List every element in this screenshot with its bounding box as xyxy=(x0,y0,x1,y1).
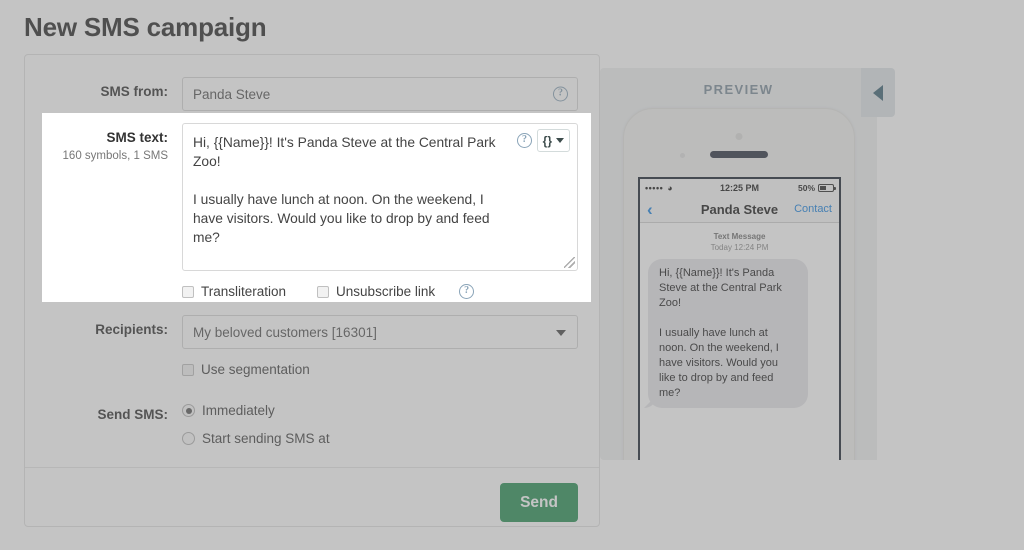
phone-mockup: ••••• ◕ 12:25 PM 50% ‹ Panda Steve Conta… xyxy=(623,108,855,460)
phone-status-bar: ••••• ◕ 12:25 PM 50% xyxy=(640,179,839,196)
radio-immediately-label[interactable]: Immediately xyxy=(202,403,275,418)
spotlight-insert-variable-button[interactable]: {} xyxy=(536,129,570,152)
contact-link[interactable]: Contact xyxy=(794,203,832,215)
recipients-label: Recipients: xyxy=(95,322,168,337)
spotlight-highlight: SMS text: 160 symbols, 1 SMS Hi, {{Name}… xyxy=(42,113,591,302)
phone-screen: ••••• ◕ 12:25 PM 50% ‹ Panda Steve Conta… xyxy=(638,177,841,460)
chevron-down-icon xyxy=(556,138,564,143)
spotlight-sms-text-label: SMS text: 160 symbols, 1 SMS xyxy=(42,123,182,164)
sms-from-field-wrap: Panda Steve ? xyxy=(182,77,599,111)
phone-nav-bar: ‹ Panda Steve Contact xyxy=(640,196,839,223)
chevron-down-icon xyxy=(556,330,566,336)
send-scheduled-option[interactable]: Start sending SMS at xyxy=(182,431,578,446)
message-time: Today 12:24 PM xyxy=(710,243,769,252)
preview-panel: PREVIEW ••••• ◕ 12:25 PM 50% ‹ Panda Ste… xyxy=(600,68,877,460)
spotlight-form-panel: SMS text: 160 symbols, 1 SMS Hi, {{Name}… xyxy=(42,113,591,302)
battery-indicator: 50% xyxy=(797,182,836,193)
radio-scheduled[interactable] xyxy=(182,432,195,445)
spotlight-sms-text-label-text: SMS text: xyxy=(106,130,168,145)
spotlight-unsubscribe-link-label[interactable]: Unsubscribe link xyxy=(336,284,435,299)
phone-camera-icon xyxy=(735,133,743,140)
spotlight-transliteration-label[interactable]: Transliteration xyxy=(201,284,286,299)
recipients-field-wrap: My beloved customers [16301] Use segment… xyxy=(182,315,599,377)
send-button[interactable]: Send xyxy=(500,483,578,522)
spotlight-textarea-wrap: Hi, {{Name}}! It's Panda Steve at the Ce… xyxy=(182,123,578,271)
question-circle-icon[interactable]: ? xyxy=(459,284,475,299)
sms-from-label: SMS from: xyxy=(100,84,169,99)
send-immediately-option[interactable]: Immediately xyxy=(182,403,578,418)
row-sms-from: SMS from: Panda Steve ? xyxy=(25,77,599,111)
send-sms-label: Send SMS: xyxy=(97,407,168,422)
spotlight-sms-text-field-wrap: Hi, {{Name}}! It's Panda Steve at the Ce… xyxy=(182,123,591,299)
row-recipients: Recipients: My beloved customers [16301]… xyxy=(25,315,599,377)
row-send-sms: Send SMS: Immediately Start sending SMS … xyxy=(25,403,599,446)
battery-icon xyxy=(818,183,836,192)
spotlight-transliteration-checkbox[interactable] xyxy=(182,285,194,298)
question-circle-icon[interactable]: ? xyxy=(553,86,568,102)
sms-from-value: Panda Steve xyxy=(193,86,271,102)
preview-title: PREVIEW xyxy=(703,82,774,97)
message-type: Text Message xyxy=(713,232,766,241)
spotlight-inner: SMS text: 160 symbols, 1 SMS Hi, {{Name}… xyxy=(42,113,591,302)
spotlight-row-sms-text: SMS text: 160 symbols, 1 SMS Hi, {{Name}… xyxy=(42,123,591,299)
chevron-left-icon xyxy=(873,84,883,101)
use-segmentation-checkbox[interactable] xyxy=(182,363,194,376)
sms-from-input[interactable]: Panda Steve ? xyxy=(182,77,578,111)
spotlight-form-body: SMS text: 160 symbols, 1 SMS Hi, {{Name}… xyxy=(42,113,591,302)
preview-collapse-button[interactable] xyxy=(861,68,895,117)
question-circle-icon[interactable]: ? xyxy=(517,133,532,148)
phone-chat-area: Text Message Today 12:24 PM Hi, {{Name}}… xyxy=(640,223,839,460)
phone-sensor-icon xyxy=(680,153,685,158)
radio-immediately[interactable] xyxy=(182,404,195,417)
battery-percent: 50% xyxy=(797,182,815,193)
app-root: New SMS campaign PREVIEW ••••• ◕ 12:25 P… xyxy=(0,0,1024,550)
spotlight-sms-text-counter: 160 symbols, 1 SMS xyxy=(62,150,168,162)
form-footer: Send xyxy=(25,467,599,526)
recipients-select[interactable]: My beloved customers [16301] xyxy=(182,315,578,349)
spotlight-textarea-resize-handle[interactable] xyxy=(564,257,575,268)
radio-scheduled-label[interactable]: Start sending SMS at xyxy=(202,431,330,446)
segmentation-option: Use segmentation xyxy=(182,362,578,377)
spotlight-variable-button-label: {} xyxy=(542,133,552,148)
message-bubble: Hi, {{Name}}! It's Panda Steve at the Ce… xyxy=(648,259,808,408)
phone-speaker-icon xyxy=(710,151,768,158)
page-title: New SMS campaign xyxy=(24,12,267,42)
spotlight-unsubscribe-link-checkbox[interactable] xyxy=(317,285,330,298)
send-sms-field-wrap: Immediately Start sending SMS at xyxy=(182,403,599,446)
message-meta: Text Message Today 12:24 PM xyxy=(648,231,831,253)
use-segmentation-label[interactable]: Use segmentation xyxy=(201,362,310,377)
recipients-value: My beloved customers [16301] xyxy=(193,324,377,340)
spotlight-sms-text-options: Transliteration Unsubscribe link ? xyxy=(182,284,578,299)
